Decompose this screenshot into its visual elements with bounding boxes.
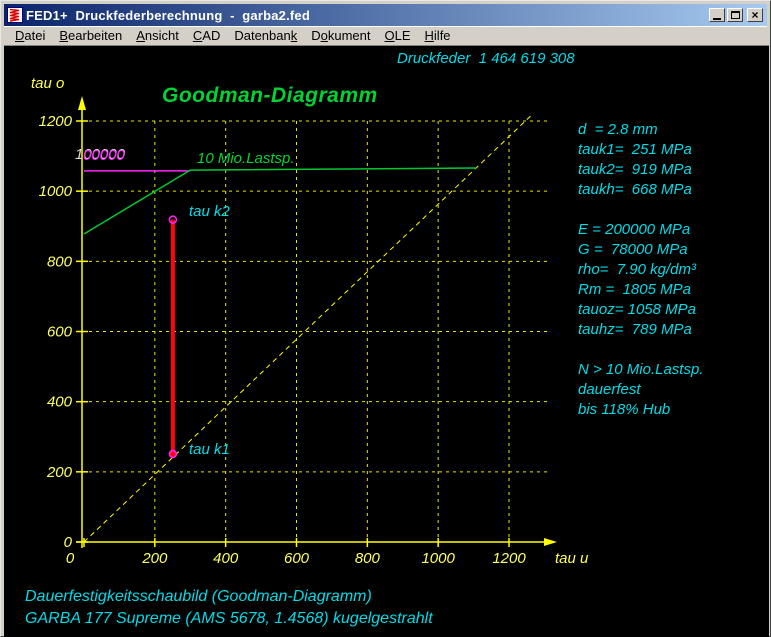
45-degree-reference-line <box>84 115 532 542</box>
y-tick-label: 800 <box>47 253 73 270</box>
title-bar[interactable]: FED1+ Druckfederberechnung - garba2.fed … <box>4 4 767 26</box>
close-button[interactable]: × <box>747 8 763 22</box>
menu-bar: DateiBearbeitenAnsichtCADDatenbankDokume… <box>4 26 767 45</box>
y-tick-label: 200 <box>46 464 73 481</box>
x-tick-label: 1200 <box>492 550 526 567</box>
info-line: d = 2.8 mm <box>578 120 703 140</box>
x-tick-label: 800 <box>355 550 381 567</box>
info-line: G = 78000 MPa <box>578 240 703 260</box>
info-line: tauoz= 1058 MPa <box>578 300 703 320</box>
info-line: dauerfest <box>578 380 703 400</box>
info-line: Rm = 1805 MPa <box>578 280 703 300</box>
maximize-icon <box>731 11 740 19</box>
chart-title: Goodman-Diagramm <box>162 84 378 108</box>
x-tick-label: 1000 <box>421 550 455 567</box>
tau-k2-label: tau k2 <box>189 203 230 220</box>
close-icon: × <box>751 10 758 20</box>
menu-item-dokument[interactable]: Dokument <box>304 27 377 45</box>
info-line: rho= 7.90 kg/dm³ <box>578 260 703 280</box>
tau-k1-point <box>169 450 176 457</box>
info-line: N > 10 Mio.Lastsp. <box>578 360 703 380</box>
app-window: FED1+ Druckfederberechnung - garba2.fed … <box>0 0 771 637</box>
info-line <box>578 200 703 220</box>
x-tick-label: 400 <box>213 550 239 567</box>
menu-item-ole[interactable]: OLE <box>378 27 418 45</box>
info-line: E = 200000 MPa <box>578 220 703 240</box>
spring-id-text: Druckfeder 1 464 619 308 <box>397 50 575 67</box>
info-line: bis 118% Hub <box>578 400 703 420</box>
maximize-button[interactable] <box>727 8 743 22</box>
x-tick-label: 600 <box>284 550 310 567</box>
menu-item-datei[interactable]: Datei <box>8 27 52 45</box>
menu-item-cad[interactable]: CAD <box>186 27 227 45</box>
info-line: tauk2= 919 MPa <box>578 160 703 180</box>
ten-mio-lastsp-label: 10 Mio.Lastsp. <box>197 150 295 167</box>
x-tick-label: 200 <box>141 550 168 567</box>
menu-item-hilfe[interactable]: Hilfe <box>418 27 458 45</box>
minimize-icon <box>713 18 721 20</box>
y-tick-label: 0 <box>64 534 73 551</box>
x-axis-label: tau u <box>555 550 588 567</box>
info-line <box>578 340 703 360</box>
x-tick-label: 0 <box>66 550 75 567</box>
tau-k1-label: tau k1 <box>189 441 230 458</box>
footer-material-name: GARBA 177 Supreme (AMS 5678, 1.4568) kug… <box>25 610 433 628</box>
minimize-button[interactable] <box>709 8 725 22</box>
menu-item-bearbeiten[interactable]: Bearbeiten <box>52 27 129 45</box>
info-line: tauhz= 789 MPa <box>578 320 703 340</box>
y-axis-label: tau o <box>31 75 64 92</box>
cycles-label-00000: 00000 <box>83 147 125 164</box>
result-info-panel: d = 2.8 mmtauk1= 251 MPatauk2= 919 MPata… <box>578 120 703 420</box>
y-tick-label: 1000 <box>39 183 73 200</box>
window-controls: × <box>709 8 765 22</box>
menu-item-datenbank[interactable]: Datenbank <box>227 27 304 45</box>
x-axis-arrow <box>544 538 557 546</box>
y-axis-arrow <box>78 96 86 110</box>
info-line: tauk1= 251 MPa <box>578 140 703 160</box>
window-title: FED1+ Druckfederberechnung - garba2.fed <box>26 8 709 23</box>
footer-diagram-name: Dauerfestigkeitsschaubild (Goodman-Diagr… <box>25 588 372 606</box>
app-spring-icon <box>7 7 23 23</box>
info-line: taukh= 668 MPa <box>578 180 703 200</box>
menu-item-ansicht[interactable]: Ansicht <box>129 27 186 45</box>
y-tick-label: 1200 <box>39 113 73 130</box>
y-tick-label: 400 <box>47 394 73 411</box>
y-tick-label: 600 <box>47 324 73 341</box>
diagram-area: 0 200 400 600 800 1000 1200 0 200 400 600 800 1000 12… <box>4 45 769 637</box>
